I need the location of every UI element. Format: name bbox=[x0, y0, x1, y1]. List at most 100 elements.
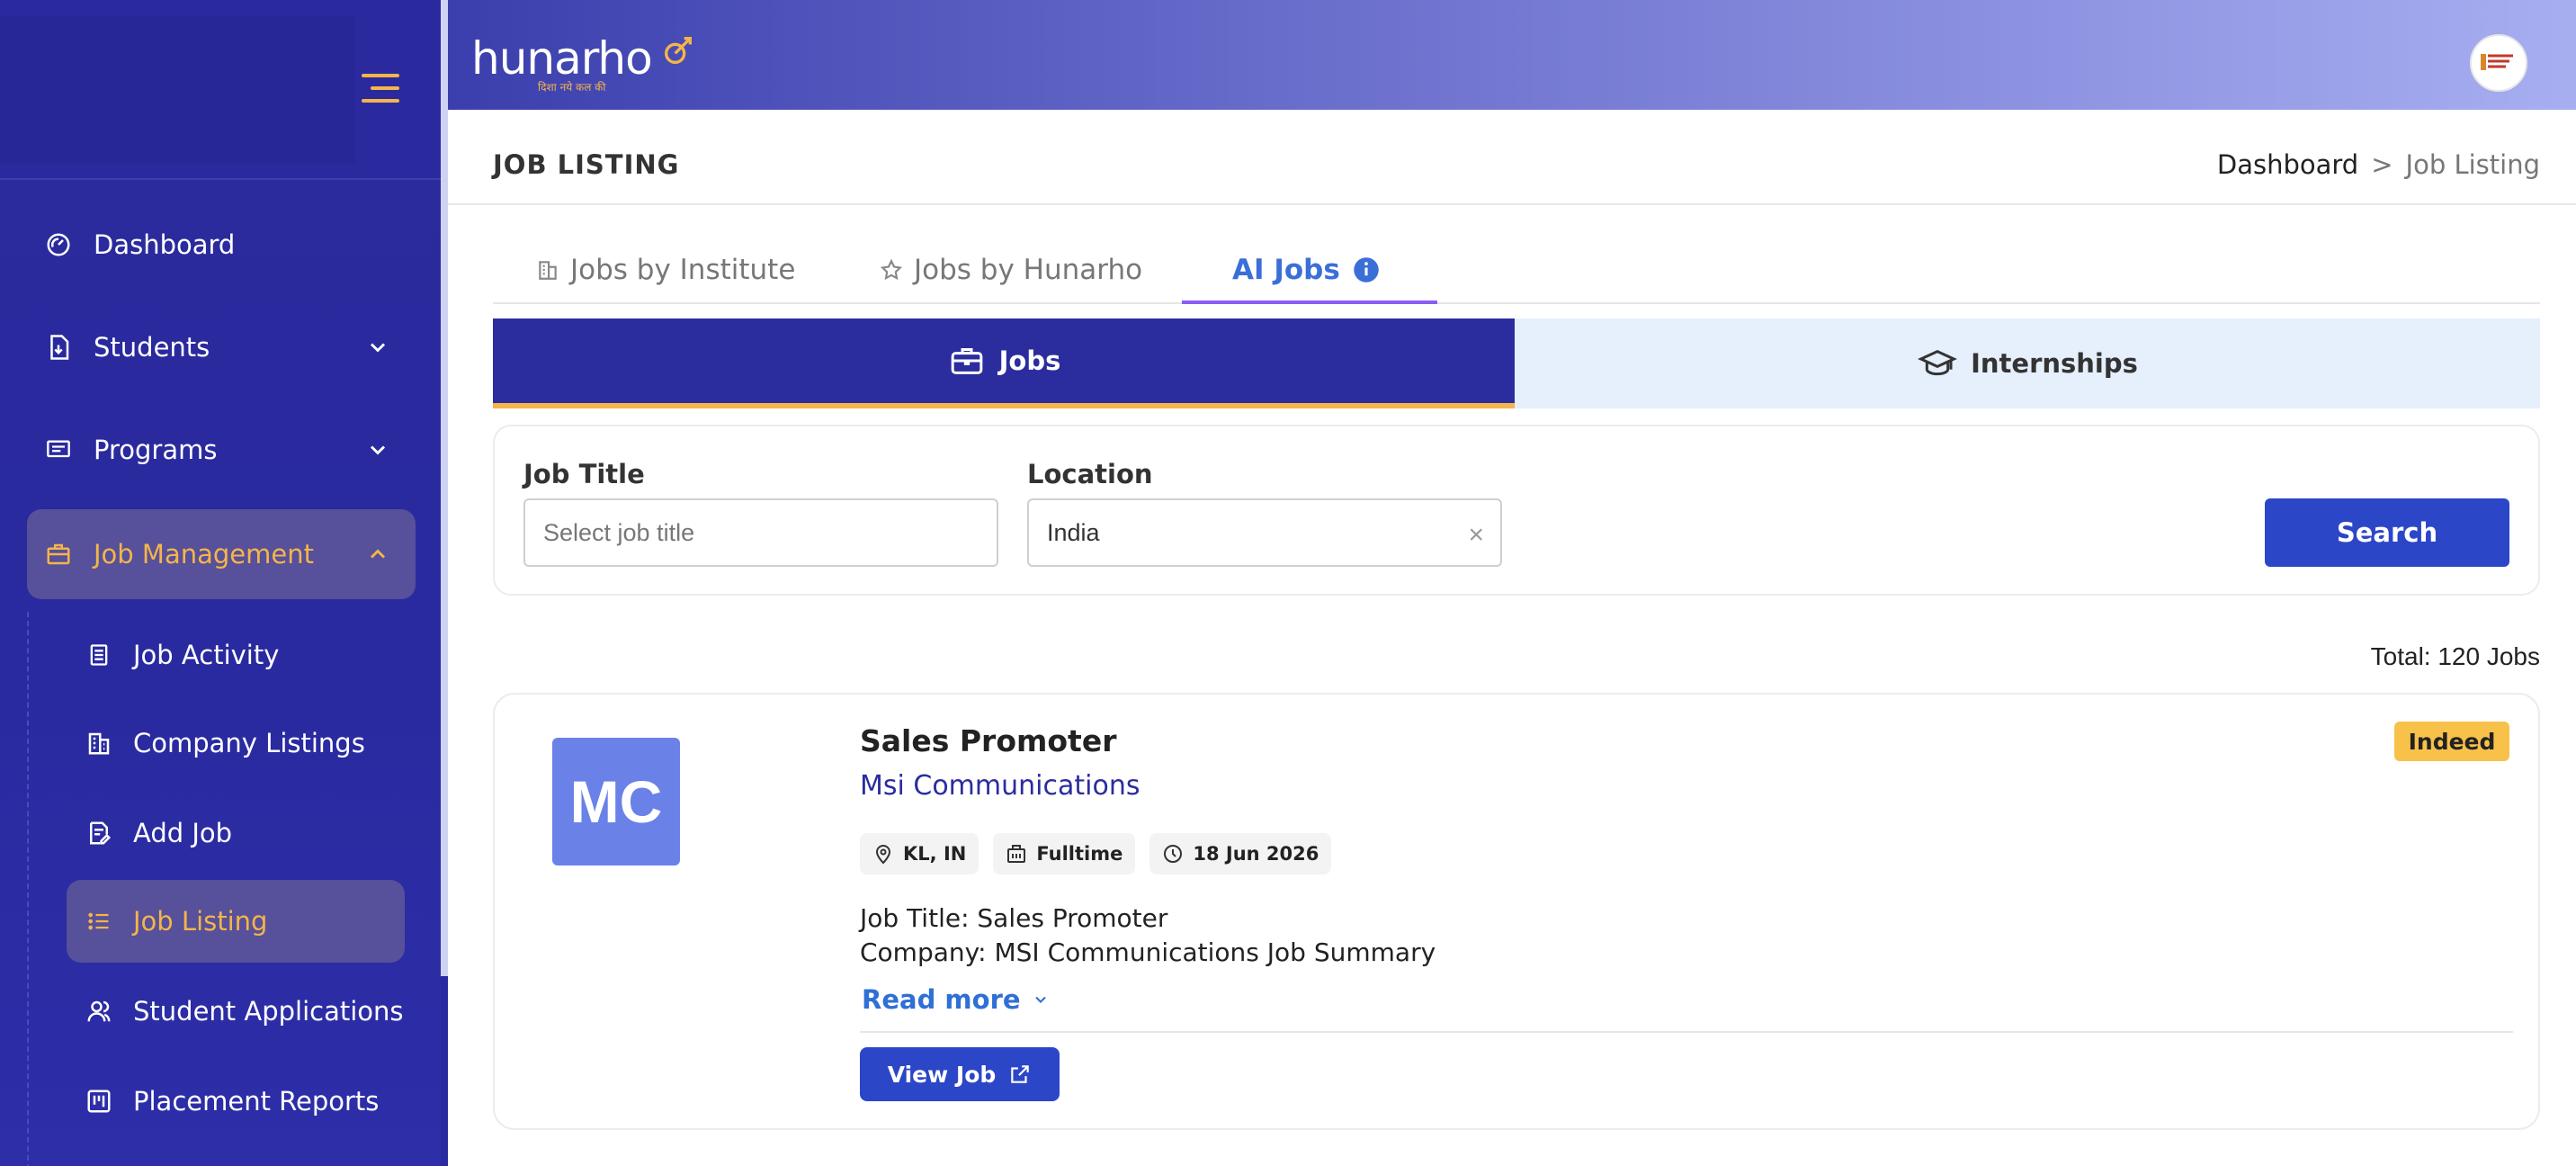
job-title-label: Job Title bbox=[523, 459, 645, 489]
chevron-down-icon bbox=[370, 445, 386, 455]
card-divider bbox=[860, 1031, 2513, 1033]
chevron-up-icon bbox=[370, 549, 386, 559]
date-chip-label: 18 Jun 2026 bbox=[1193, 843, 1319, 865]
sidebar-item-label: Add Job bbox=[133, 818, 233, 848]
tab-label: AI Jobs bbox=[1232, 254, 1340, 286]
sidebar-item-job-listing[interactable]: Job Listing bbox=[67, 880, 405, 963]
sidebar-header bbox=[0, 0, 441, 180]
building-icon bbox=[536, 258, 559, 282]
location-select[interactable]: India × bbox=[1027, 498, 1502, 567]
company-name[interactable]: Msi Communications bbox=[860, 770, 1140, 802]
internships-toggle-button[interactable]: Internships bbox=[1515, 318, 2540, 408]
gauge-icon bbox=[43, 229, 74, 260]
page-title: JOB LISTING bbox=[493, 149, 680, 180]
source-tabs: Jobs by Institute Jobs by Hunarho AI Job… bbox=[493, 236, 2540, 304]
info-icon[interactable] bbox=[1353, 256, 1380, 283]
sidebar-item-label: Company Listings bbox=[133, 728, 365, 758]
job-title: Sales Promoter bbox=[860, 723, 1117, 758]
internships-toggle-label: Internships bbox=[1971, 348, 2138, 379]
total-jobs-count: Total: 120 Jobs bbox=[2370, 642, 2540, 670]
list-icon bbox=[85, 907, 113, 936]
sidebar-item-job-management[interactable]: Job Management bbox=[27, 509, 416, 599]
job-type-chip-label: Fulltime bbox=[1036, 843, 1123, 865]
sidebar-item-job-activity[interactable]: Job Activity bbox=[67, 614, 405, 696]
chevron-down-icon bbox=[370, 343, 386, 353]
building-icon bbox=[1006, 843, 1027, 865]
briefcase-icon bbox=[947, 343, 987, 379]
top-header: hunarho दिशा नये कल की bbox=[448, 0, 2576, 110]
sidebar-item-dashboard[interactable]: Dashboard bbox=[27, 200, 416, 290]
header-divider bbox=[448, 203, 2576, 205]
target-arrow-icon bbox=[664, 37, 692, 64]
active-tab-indicator bbox=[1182, 300, 1437, 304]
sidebar-item-label: Student Applications bbox=[133, 996, 404, 1027]
clock-icon bbox=[1162, 843, 1184, 865]
document-list-icon bbox=[85, 641, 113, 669]
tab-label: Jobs by Hunarho bbox=[914, 254, 1143, 286]
breadcrumb-separator: > bbox=[2371, 149, 2393, 180]
breadcrumb: Dashboard > Job Listing bbox=[2217, 149, 2540, 180]
job-meta-chips: KL, IN Fulltime 18 Jun 2026 bbox=[860, 833, 1332, 874]
job-title-placeholder: Select job title bbox=[543, 518, 695, 546]
search-button[interactable]: Search bbox=[2265, 498, 2509, 567]
sidebar-item-label: Students bbox=[94, 332, 210, 363]
description-line: Job Title: Sales Promoter bbox=[860, 903, 1168, 933]
monitor-icon bbox=[43, 435, 74, 465]
avatar[interactable] bbox=[2470, 34, 2527, 92]
tab-jobs-by-institute[interactable]: Jobs by Institute bbox=[536, 236, 795, 304]
building-icon bbox=[85, 729, 113, 758]
jobs-toggle-label: Jobs bbox=[998, 345, 1061, 376]
report-icon bbox=[85, 1087, 113, 1116]
star-icon bbox=[880, 258, 903, 282]
source-badge: Indeed bbox=[2394, 722, 2509, 761]
sidebar-item-student-applications[interactable]: Student Applications bbox=[67, 970, 405, 1053]
breadcrumb-home[interactable]: Dashboard bbox=[2217, 149, 2358, 180]
view-job-label: View Job bbox=[887, 1061, 997, 1088]
external-link-icon bbox=[1008, 1063, 1032, 1086]
location-label: Location bbox=[1027, 459, 1153, 489]
sidebar-item-label: Job Activity bbox=[133, 640, 280, 670]
submenu-guide-line bbox=[27, 612, 29, 1166]
users-icon bbox=[85, 997, 113, 1026]
company-logo: MC bbox=[552, 738, 680, 866]
location-chip: KL, IN bbox=[860, 833, 979, 874]
tab-ai-jobs[interactable]: AI Jobs bbox=[1232, 236, 1391, 304]
sidebar-item-label: Placement Reports bbox=[133, 1086, 380, 1117]
breadcrumb-current: Job Listing bbox=[2405, 149, 2540, 180]
chevron-down-icon bbox=[1032, 991, 1050, 1009]
briefcase-icon bbox=[43, 539, 74, 570]
location-pin-icon bbox=[872, 843, 894, 865]
sidebar-item-company-listings[interactable]: Company Listings bbox=[67, 702, 405, 785]
listing-type-toggle: Jobs Internships bbox=[493, 318, 2540, 408]
sidebar: Dashboard Students Programs Job Manageme… bbox=[0, 0, 441, 1166]
sidebar-item-label: Job Management bbox=[94, 539, 314, 570]
sidebar-logo-area bbox=[0, 16, 355, 164]
job-card: MC Sales Promoter Msi Communications Ind… bbox=[493, 693, 2540, 1130]
brand-logo: hunarho bbox=[471, 32, 696, 85]
read-more-label: Read more bbox=[862, 984, 1021, 1015]
sidebar-item-students[interactable]: Students bbox=[27, 302, 416, 392]
menu-toggle-icon[interactable] bbox=[362, 74, 399, 106]
sidebar-item-label: Dashboard bbox=[94, 229, 236, 260]
read-more-link[interactable]: Read more bbox=[862, 984, 1050, 1015]
clear-location-icon[interactable]: × bbox=[1468, 520, 1484, 551]
job-description: Job Title: Sales Promoter Company: MSI C… bbox=[860, 901, 1436, 970]
graduation-cap-icon bbox=[1917, 345, 1958, 381]
sidebar-item-programs[interactable]: Programs bbox=[27, 405, 416, 495]
tab-jobs-by-hunarho[interactable]: Jobs by Hunarho bbox=[880, 236, 1142, 304]
jobs-toggle-button[interactable]: Jobs bbox=[493, 318, 1515, 408]
university-logo-icon bbox=[2481, 49, 2517, 76]
sidebar-item-add-job[interactable]: Add Job bbox=[67, 792, 405, 874]
job-title-select[interactable]: Select job title bbox=[523, 498, 998, 567]
file-download-icon bbox=[43, 332, 74, 363]
sidebar-item-label: Programs bbox=[94, 435, 218, 465]
job-filter-card: Job Title Select job title Location Indi… bbox=[493, 425, 2540, 596]
date-chip: 18 Jun 2026 bbox=[1149, 833, 1332, 874]
view-job-button[interactable]: View Job bbox=[860, 1047, 1060, 1101]
document-edit-icon bbox=[85, 819, 113, 848]
description-line: Company: MSI Communications Job Summary bbox=[860, 937, 1436, 967]
sidebar-scrollbar[interactable] bbox=[441, 0, 448, 976]
location-chip-label: KL, IN bbox=[903, 843, 967, 865]
sidebar-item-placement-reports[interactable]: Placement Reports bbox=[67, 1060, 405, 1143]
job-type-chip: Fulltime bbox=[993, 833, 1136, 874]
